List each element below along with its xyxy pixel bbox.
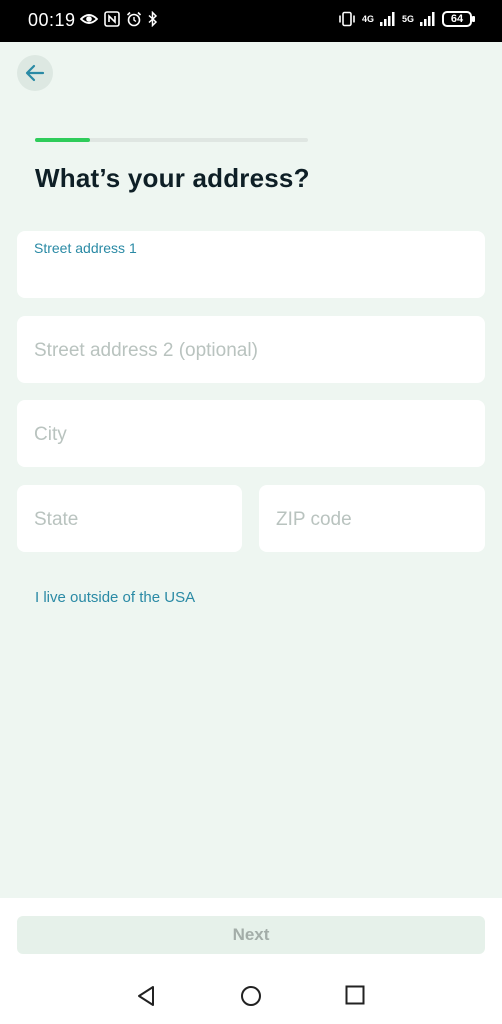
battery-indicator: 64 — [442, 11, 475, 27]
signal-1-icon — [379, 12, 395, 26]
street-address-1-field[interactable]: Street address 1 — [17, 231, 485, 298]
state-field[interactable]: State — [17, 485, 242, 552]
network-2-type: 5G — [401, 13, 414, 24]
next-button[interactable]: Next — [17, 916, 485, 954]
zip-code-field[interactable]: ZIP code — [259, 485, 485, 552]
back-button[interactable] — [17, 55, 53, 91]
street-address-2-placeholder: Street address 2 (optional) — [34, 340, 258, 361]
status-bar: 00:19 4G 5G 64 — [0, 0, 502, 42]
eye-icon — [80, 14, 98, 24]
system-nav-bar — [0, 970, 502, 1024]
arrow-left-icon — [25, 64, 45, 82]
street-address-2-field[interactable]: Street address 2 (optional) — [17, 316, 485, 383]
progress-fill — [35, 138, 90, 142]
city-placeholder: City — [34, 424, 67, 445]
outside-usa-link[interactable]: I live outside of the USA — [35, 589, 195, 606]
zip-code-placeholder: ZIP code — [276, 509, 352, 530]
bluetooth-icon — [148, 11, 158, 27]
progress-bar — [35, 138, 308, 142]
network-1-type: 4G — [361, 13, 374, 24]
nfc-icon — [104, 11, 120, 27]
street-address-1-label: Street address 1 — [34, 240, 137, 256]
nav-back-icon[interactable] — [136, 985, 156, 1007]
alarm-icon — [126, 11, 142, 27]
nav-home-icon[interactable] — [240, 985, 262, 1007]
vibrate-icon — [339, 11, 355, 27]
status-right-icons: 4G 5G 64 — [338, 11, 475, 27]
nav-recents-icon[interactable] — [345, 985, 365, 1005]
status-time: 00:19 — [28, 10, 76, 30]
page-title: What’s your address? — [35, 163, 310, 193]
city-field[interactable]: City — [17, 400, 485, 467]
status-left-icons — [80, 11, 158, 27]
state-placeholder: State — [34, 509, 79, 530]
signal-2-icon — [420, 12, 435, 26]
